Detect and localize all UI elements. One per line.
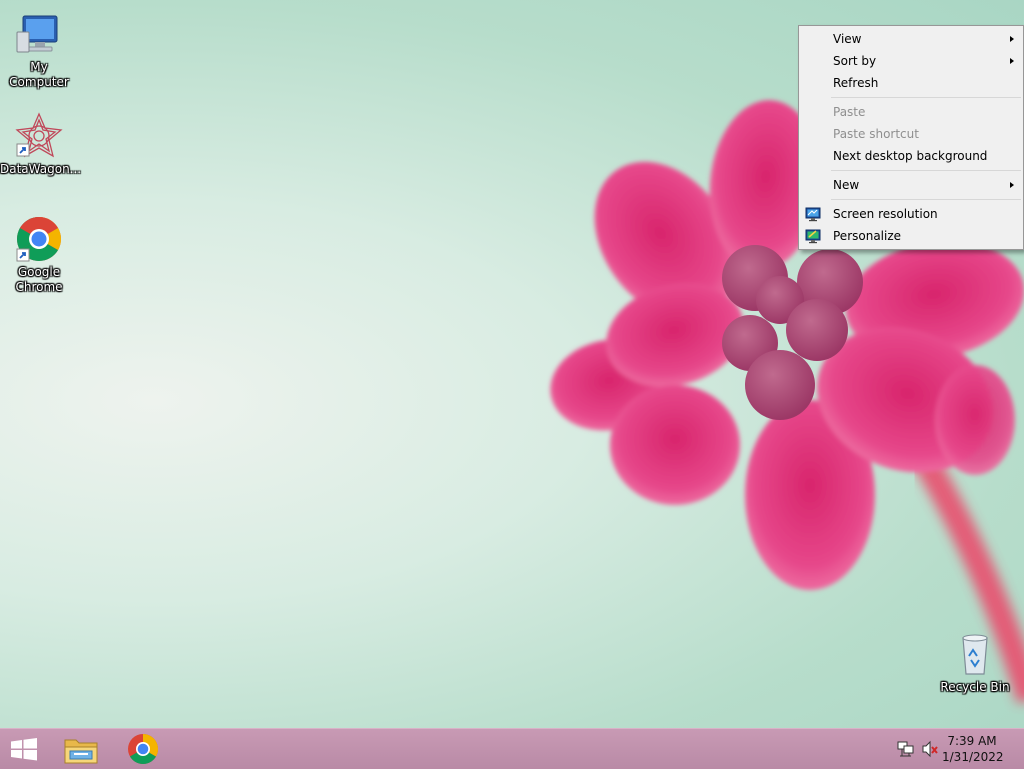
taskbar-clock[interactable]: 7:39 AM 1/31/2022 <box>942 733 1004 765</box>
desktop-icon-google-chrome[interactable]: Google Chrome <box>0 215 78 295</box>
menu-item-refresh[interactable]: Refresh <box>799 72 1023 94</box>
computer-icon <box>16 15 58 53</box>
menu-item-sort-by[interactable]: Sort by <box>799 50 1023 72</box>
menu-item-label: Refresh <box>833 76 879 90</box>
menu-item-label: Paste <box>833 105 866 119</box>
desktop-icon-label: Recycle Bin <box>940 680 1010 694</box>
desktop-icon-label: Google Chrome <box>15 265 63 294</box>
menu-separator <box>831 97 1021 98</box>
desktop-icon-label: DataWagon... <box>0 162 82 176</box>
taskbar: 7:39 AM 1/31/2022 <box>0 728 1024 769</box>
clock-time: 7:39 AM <box>947 734 997 748</box>
desktop-icon-recycle-bin[interactable]: Recycle Bin <box>936 630 1014 695</box>
menu-item-paste: Paste <box>799 101 1023 123</box>
clock-date: 1/31/2022 <box>942 750 1004 764</box>
chrome-icon <box>128 734 159 765</box>
desktop-icon-label: My Computer <box>9 60 69 89</box>
menu-item-new[interactable]: New <box>799 174 1023 196</box>
recycle-bin-icon <box>962 634 988 675</box>
start-button[interactable] <box>0 729 48 769</box>
menu-item-label: Next desktop background <box>833 149 988 163</box>
desktop-icon-datawagon[interactable]: DataWagon... <box>0 112 82 177</box>
file-explorer-icon <box>64 739 98 764</box>
menu-item-label: Paste shortcut <box>833 127 919 141</box>
desktop-context-menu: View Sort by Refresh Paste Paste shortcu… <box>798 25 1024 250</box>
taskbar-file-explorer[interactable] <box>56 729 106 769</box>
desktop-icon-my-computer[interactable]: My Computer <box>0 10 78 90</box>
menu-item-label: Sort by <box>833 54 877 68</box>
personalize-icon <box>805 229 821 244</box>
menu-item-label: Screen resolution <box>833 207 938 221</box>
menu-separator <box>831 170 1021 171</box>
menu-item-paste-shortcut: Paste shortcut <box>799 123 1023 145</box>
menu-item-label: Personalize <box>833 229 902 243</box>
menu-item-next-desktop-background[interactable]: Next desktop background <box>799 145 1023 167</box>
chrome-icon <box>16 217 61 262</box>
submenu-arrow-icon <box>1010 36 1014 42</box>
menu-separator <box>831 199 1021 200</box>
menu-item-view[interactable]: View <box>799 28 1023 50</box>
volume-muted-icon <box>922 740 938 758</box>
tray-volume[interactable] <box>918 729 942 769</box>
display-settings-icon <box>805 207 821 222</box>
submenu-arrow-icon <box>1010 182 1014 188</box>
windows-start-icon <box>11 738 37 761</box>
desktop[interactable]: My Computer DataWagon... Google Chrome R… <box>0 0 1024 728</box>
menu-item-label: New <box>833 178 860 192</box>
datawagon-icon <box>15 112 63 158</box>
menu-item-label: View <box>833 32 862 46</box>
taskbar-chrome[interactable] <box>118 729 168 769</box>
menu-item-personalize[interactable]: Personalize <box>799 225 1023 247</box>
tray-network[interactable] <box>894 729 918 769</box>
submenu-arrow-icon <box>1010 58 1014 64</box>
menu-item-screen-resolution[interactable]: Screen resolution <box>799 203 1023 225</box>
network-icon <box>897 741 914 757</box>
